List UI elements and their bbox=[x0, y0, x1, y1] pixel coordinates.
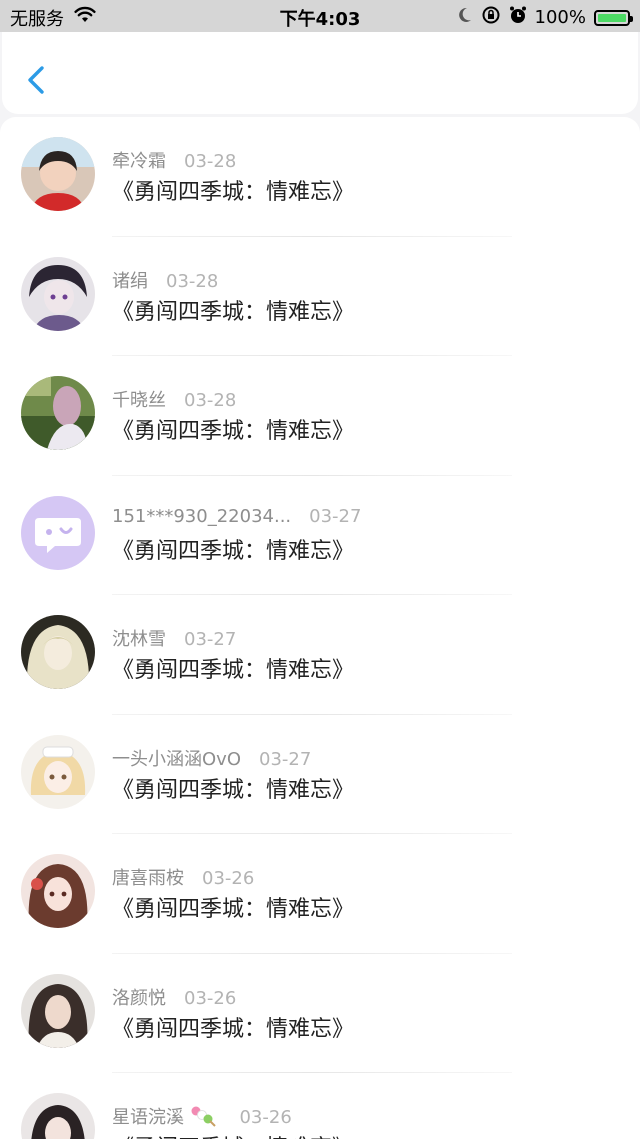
battery-icon bbox=[594, 9, 633, 26]
item-date: 03-26 bbox=[202, 868, 255, 889]
item-meta: 沈林雪 03-27 bbox=[112, 625, 236, 651]
list-item[interactable]: 牵冷霜 03-28 《勇闯四季城：情难忘》 bbox=[0, 117, 640, 237]
avatar[interactable] bbox=[21, 734, 95, 809]
user-name[interactable]: 洛颜悦 bbox=[112, 988, 166, 1009]
user-name[interactable]: 牵冷霜 bbox=[112, 151, 166, 172]
list-item[interactable]: 千晓丝 03-28 《勇闯四季城：情难忘》 bbox=[0, 356, 640, 476]
user-name[interactable]: 151***930_22034... bbox=[112, 506, 291, 527]
item-date: 03-26 bbox=[184, 987, 237, 1009]
list-item[interactable]: 诸绢 03-28 《勇闯四季城：情难忘》 bbox=[0, 237, 640, 356]
item-date: 03-26 bbox=[239, 1107, 292, 1128]
item-meta: 洛颜悦 03-26 bbox=[112, 984, 236, 1010]
avatar[interactable] bbox=[21, 615, 95, 689]
item-date: 03-27 bbox=[184, 629, 237, 650]
item-meta: 牵冷霜 03-28 bbox=[112, 147, 236, 173]
item-date: 03-28 bbox=[166, 270, 219, 292]
rotation-lock-icon bbox=[481, 5, 501, 30]
avatar[interactable] bbox=[21, 137, 95, 211]
user-name[interactable]: 唐喜雨桉 bbox=[112, 868, 184, 889]
user-name[interactable]: 沈林雪 bbox=[112, 629, 166, 650]
item-meta: 星语浣溪 03-26 bbox=[112, 1103, 292, 1129]
list-item[interactable]: 一头小涵涵OvO 03-27 《勇闯四季城：情难忘》 bbox=[0, 715, 640, 834]
list-item[interactable]: 洛颜悦 03-26 《勇闯四季城：情难忘》 bbox=[0, 954, 640, 1073]
avatar[interactable] bbox=[21, 256, 95, 331]
chevron-left-icon bbox=[28, 66, 44, 94]
avatar[interactable] bbox=[21, 854, 95, 928]
nav-bar bbox=[2, 32, 638, 114]
item-title[interactable]: 《勇闯四季城：情难忘》 bbox=[112, 891, 354, 923]
alarm-icon bbox=[509, 5, 527, 30]
user-name[interactable]: 星语浣溪 bbox=[112, 1107, 184, 1128]
item-date: 03-27 bbox=[309, 505, 362, 527]
item-meta: 唐喜雨桉 03-26 bbox=[112, 864, 254, 890]
item-meta: 一头小涵涵OvO 03-27 bbox=[112, 745, 311, 771]
moon-icon bbox=[457, 6, 473, 29]
item-title[interactable]: 《勇闯四季城：情难忘》 bbox=[112, 533, 354, 565]
item-title[interactable]: 《勇闯四季城：情难忘》 bbox=[112, 413, 354, 445]
battery-percent: 100% bbox=[534, 7, 586, 28]
item-meta: 诸绢 03-28 bbox=[112, 267, 218, 293]
item-title[interactable]: 《勇闯四季城：情难忘》 bbox=[112, 294, 354, 326]
item-title[interactable]: 《勇闯四季城：情难忘》 bbox=[112, 652, 354, 684]
user-name[interactable]: 诸绢 bbox=[112, 271, 148, 292]
list-item[interactable]: 151***930_22034... 03-27 《勇闯四季城：情难忘》 bbox=[0, 476, 640, 595]
item-meta: 千晓丝 03-28 bbox=[112, 386, 236, 412]
avatar[interactable] bbox=[21, 973, 95, 1048]
list-item[interactable]: 星语浣溪 03-26 《勇闯四季城：情难忘》 bbox=[0, 1073, 640, 1139]
item-meta: 151***930_22034... 03-27 bbox=[112, 506, 361, 527]
user-name[interactable]: 一头小涵涵OvO bbox=[112, 749, 241, 770]
comment-list: 牵冷霜 03-28 《勇闯四季城：情难忘》 诸绢 03-28 《勇闯四季城：情难忘》 bbox=[0, 117, 640, 1139]
item-date: 03-28 bbox=[184, 151, 237, 172]
user-name[interactable]: 千晓丝 bbox=[112, 390, 166, 411]
item-title[interactable]: 《勇闯四季城：情难忘》 bbox=[112, 772, 354, 804]
avatar[interactable] bbox=[21, 495, 95, 570]
list-item[interactable]: 沈林雪 03-27 《勇闯四季城：情难忘》 bbox=[0, 595, 640, 715]
avatar[interactable] bbox=[21, 376, 95, 450]
item-title[interactable]: 《勇闯四季城：情难忘》 bbox=[112, 174, 354, 206]
back-button[interactable] bbox=[22, 60, 52, 100]
item-title[interactable]: 《勇闯四季城：情难忘》 bbox=[112, 1130, 354, 1139]
item-date: 03-28 bbox=[184, 390, 237, 411]
item-date: 03-27 bbox=[259, 748, 312, 770]
avatar[interactable] bbox=[21, 1093, 95, 1139]
status-bar: 无服务 下午4:03 100% bbox=[0, 0, 640, 32]
list-item[interactable]: 唐喜雨桉 03-26 《勇闯四季城：情难忘》 bbox=[0, 834, 640, 954]
candy-icon bbox=[190, 1106, 222, 1128]
item-title[interactable]: 《勇闯四季城：情难忘》 bbox=[112, 1011, 354, 1043]
